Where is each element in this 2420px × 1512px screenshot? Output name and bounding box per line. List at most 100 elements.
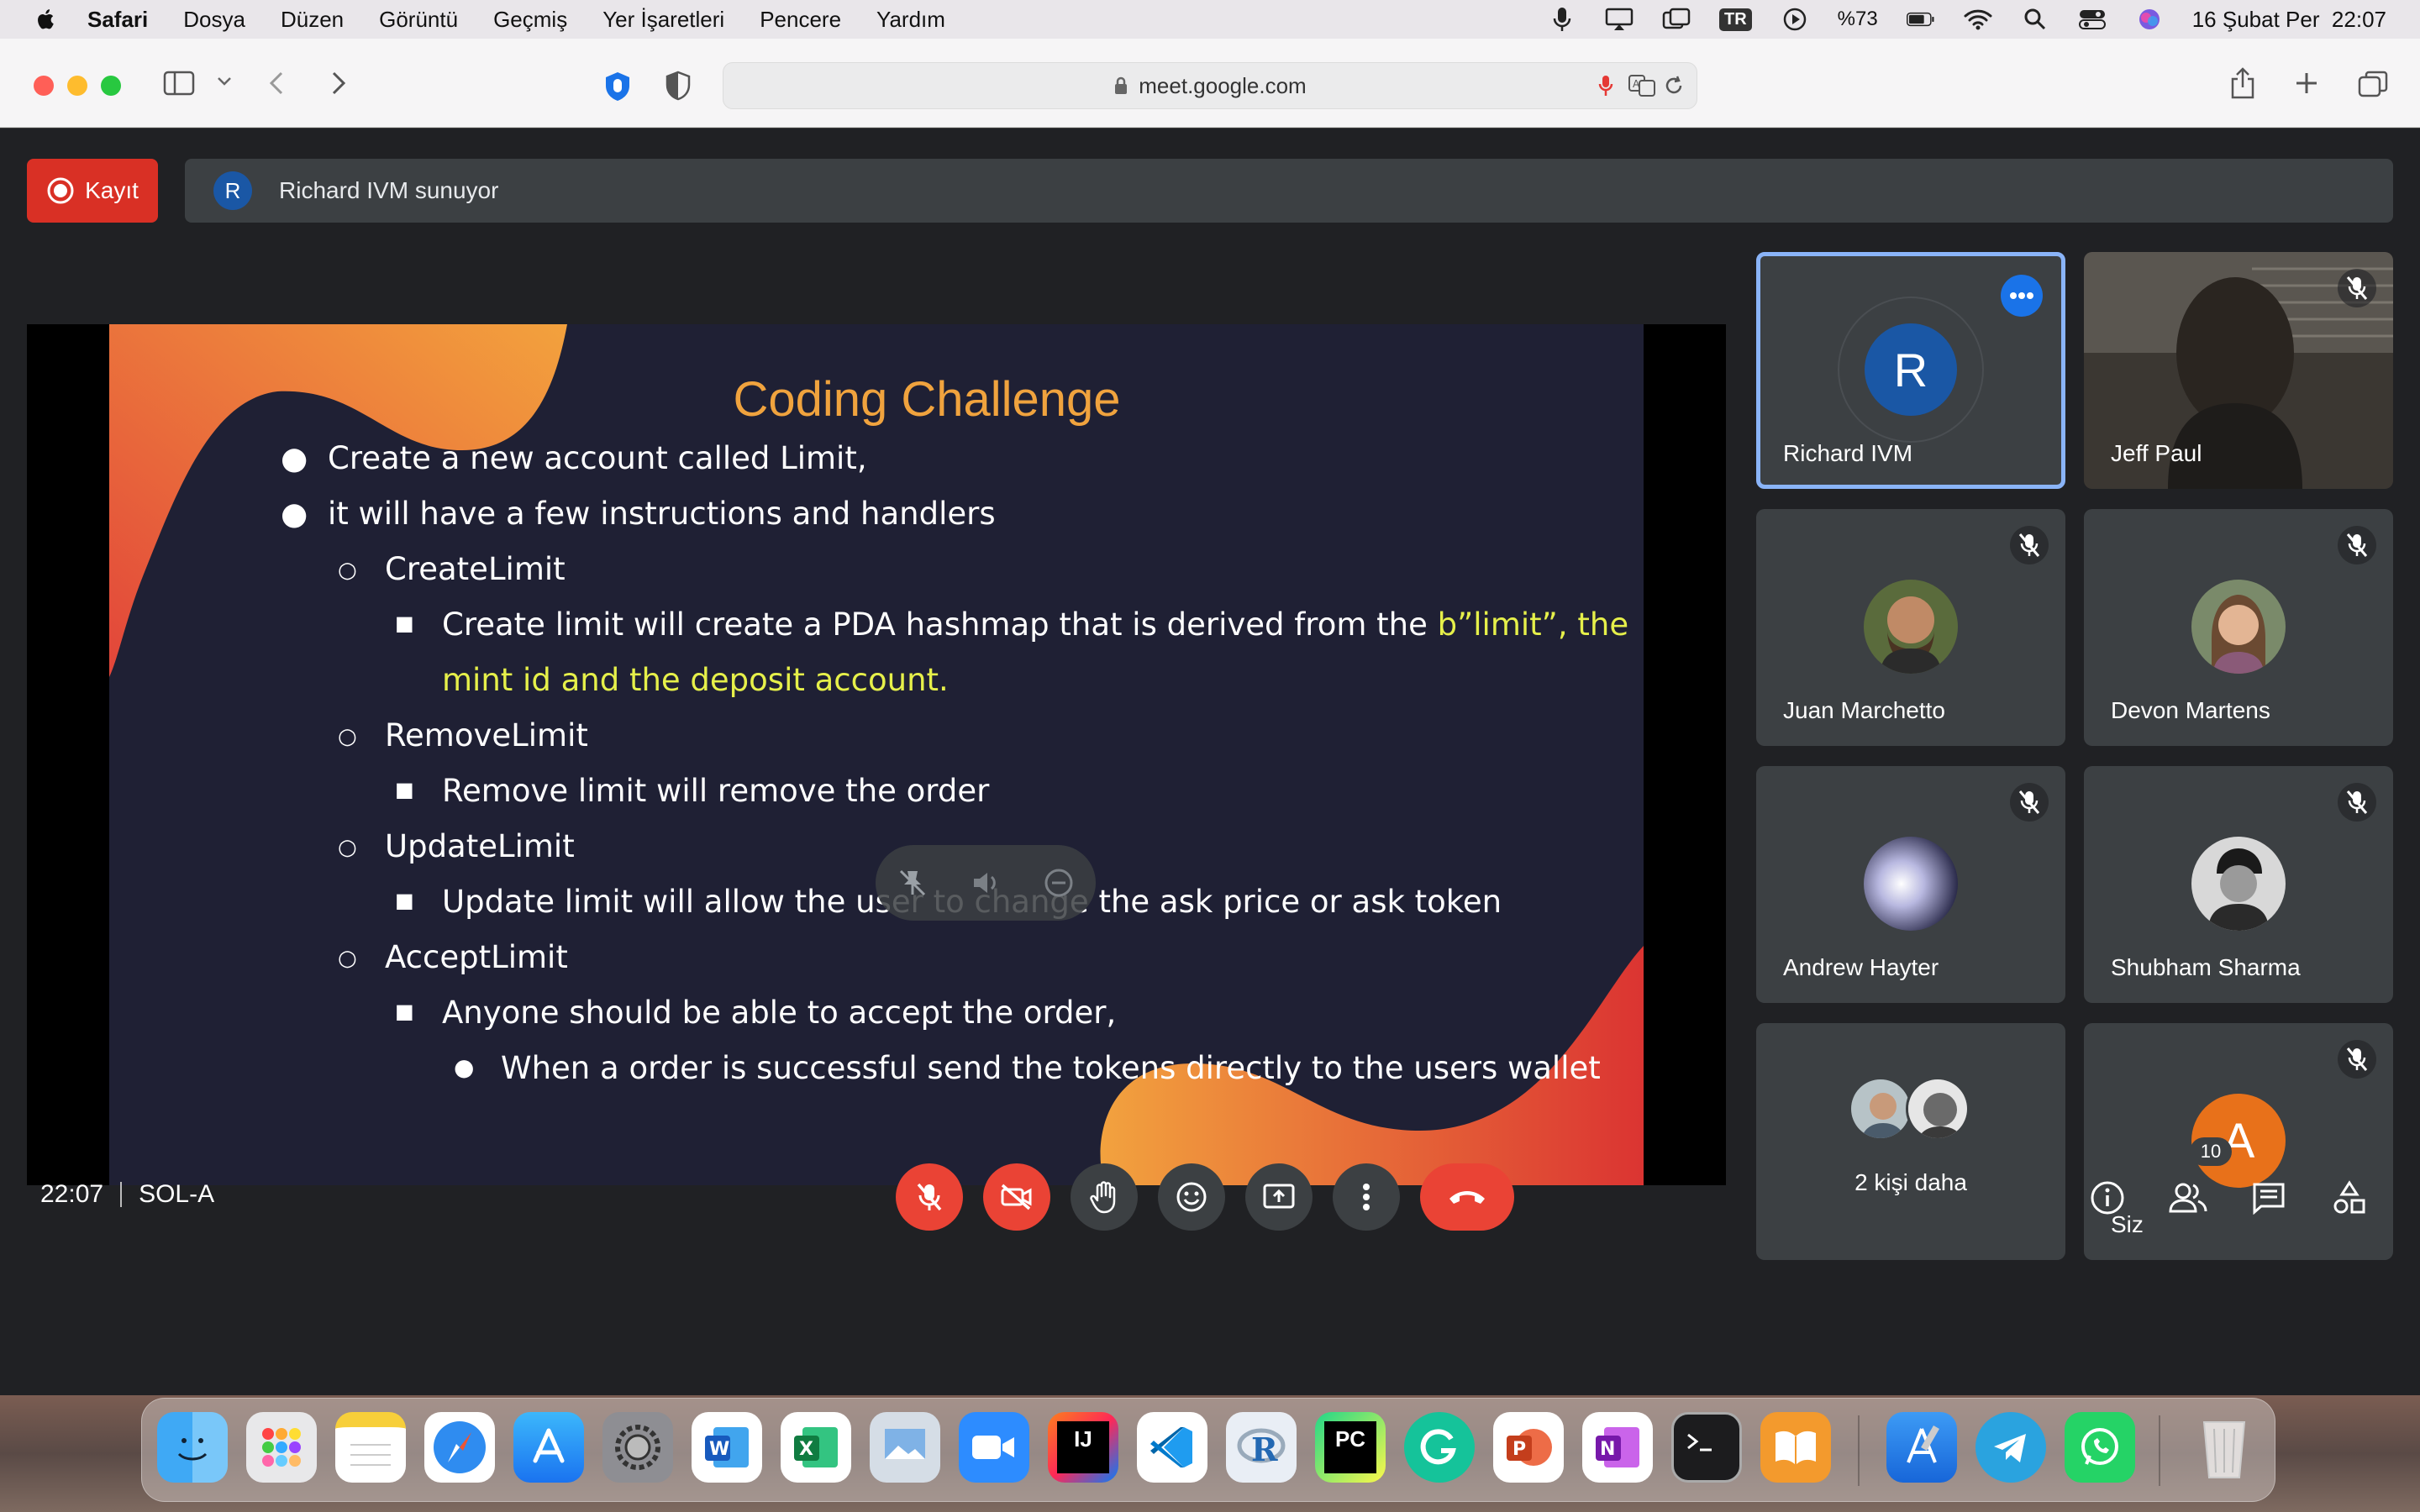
meeting-details-button[interactable]	[2084, 1174, 2131, 1221]
menu-view[interactable]: Görüntü	[379, 7, 458, 33]
app-store-icon[interactable]	[513, 1412, 584, 1483]
telegram-icon[interactable]	[1975, 1412, 2046, 1483]
raise-hand-button[interactable]	[1071, 1163, 1138, 1231]
siri-icon[interactable]	[2135, 7, 2164, 32]
sidebar-toggle-icon[interactable]	[163, 71, 197, 101]
reactions-button[interactable]	[1158, 1163, 1225, 1231]
participant-name: Shubham Sharma	[2111, 954, 2301, 980]
leave-call-button[interactable]	[1420, 1163, 1514, 1231]
mic-off-icon	[2346, 790, 2368, 814]
menu-help[interactable]: Yardım	[876, 7, 945, 33]
unpin-icon[interactable]	[896, 866, 929, 900]
vscode-icon[interactable]	[1137, 1412, 1207, 1483]
activities-button[interactable]	[2326, 1174, 2373, 1221]
menubar-clock[interactable]: 16 Şubat Per 22:07	[2192, 7, 2386, 33]
tab-overview-icon[interactable]	[2358, 71, 2391, 101]
new-tab-icon[interactable]	[2294, 71, 2324, 101]
more-options-button[interactable]	[2001, 275, 2043, 317]
word-icon[interactable]: W	[692, 1412, 762, 1483]
microphone-icon[interactable]	[1548, 7, 1576, 32]
lock-icon	[1115, 76, 1128, 94]
whatsapp-icon[interactable]	[2065, 1412, 2135, 1483]
spotlight-search-icon[interactable]	[2021, 7, 2049, 32]
slide-deep-bullet: ● When a order is successful send the tok…	[454, 1050, 1601, 1086]
xcode-icon[interactable]	[1886, 1412, 1957, 1483]
forward-button[interactable]	[331, 71, 356, 101]
address-bar[interactable]: meet.google.com A	[723, 62, 1697, 109]
reload-icon[interactable]	[1663, 75, 1685, 97]
menu-edit[interactable]: Düzen	[281, 7, 344, 33]
participant-tile-devon[interactable]: Devon Martens	[2084, 509, 2393, 746]
menu-safari[interactable]: Safari	[87, 7, 148, 33]
menu-bookmarks[interactable]: Yer İşaretleri	[602, 7, 724, 33]
participant-tile-andrew[interactable]: Andrew Hayter	[1756, 766, 2065, 1003]
wifi-icon[interactable]	[1964, 7, 1992, 32]
back-button[interactable]	[269, 71, 294, 101]
stage-manager-icon[interactable]	[1662, 7, 1691, 32]
menu-file[interactable]: Dosya	[183, 7, 245, 33]
mic-in-use-icon[interactable]	[1597, 74, 1614, 97]
launchpad-icon[interactable]	[246, 1412, 317, 1483]
info-icon	[2091, 1181, 2124, 1215]
now-playing-icon[interactable]	[1781, 7, 1809, 32]
minimize-window-button[interactable]	[67, 76, 87, 96]
screen-mirroring-icon[interactable]	[1605, 7, 1634, 32]
chat-button[interactable]	[2245, 1174, 2292, 1221]
preview-icon[interactable]	[870, 1412, 940, 1483]
terminal-icon[interactable]	[1671, 1412, 1742, 1483]
people-button[interactable]: 10	[2165, 1137, 2232, 1221]
system-settings-icon[interactable]	[602, 1412, 673, 1483]
tab-group-chevron-icon[interactable]	[217, 76, 234, 92]
zoom-window-button[interactable]	[101, 76, 121, 96]
intellij-icon[interactable]: IJ	[1048, 1412, 1118, 1483]
volume-icon[interactable]	[969, 866, 1002, 900]
zoom-icon[interactable]	[959, 1412, 1029, 1483]
participant-tile-jeff[interactable]: Jeff Paul	[2084, 252, 2393, 489]
participant-name: Juan Marchetto	[1783, 697, 1945, 723]
trash-icon[interactable]	[2189, 1412, 2260, 1483]
excel-icon[interactable]: X	[781, 1412, 851, 1483]
muted-indicator	[2338, 526, 2376, 564]
close-window-button[interactable]	[34, 76, 54, 96]
safari-icon[interactable]	[424, 1412, 495, 1483]
presenter-banner: R Richard IVM sunuyor	[185, 159, 2393, 223]
participant-tile-juan[interactable]: Juan Marchetto	[1756, 509, 2065, 746]
notes-icon[interactable]	[335, 1412, 406, 1483]
books-icon[interactable]	[1760, 1412, 1831, 1483]
battery-icon[interactable]	[1906, 7, 1935, 32]
powerpoint-icon[interactable]: P	[1493, 1412, 1564, 1483]
camera-toggle-button[interactable]	[983, 1163, 1050, 1231]
menu-history[interactable]: Geçmiş	[493, 7, 567, 33]
apple-menu-icon[interactable]	[34, 7, 59, 32]
menu-window[interactable]: Pencere	[760, 7, 841, 33]
recording-badge[interactable]: Kayıt	[27, 159, 158, 223]
more-horizontal-icon	[2010, 292, 2033, 299]
grammarly-icon[interactable]	[1404, 1412, 1475, 1483]
hang-up-icon	[1449, 1191, 1485, 1204]
present-screen-button[interactable]	[1245, 1163, 1313, 1231]
more-options-button[interactable]	[1333, 1163, 1400, 1231]
control-center-icon[interactable]	[2078, 7, 2107, 32]
remove-icon[interactable]	[1042, 866, 1076, 900]
onenote-icon[interactable]: N	[1582, 1412, 1653, 1483]
shield-icon[interactable]	[664, 71, 697, 104]
slide-subbullet: ○ AcceptLimit	[338, 939, 568, 975]
slide-title: Coding Challenge	[733, 372, 1121, 427]
r-icon[interactable]: R	[1226, 1412, 1297, 1483]
input-language-badge[interactable]: TR	[1718, 8, 1752, 31]
microphone-toggle-button[interactable]	[896, 1163, 963, 1231]
finder-icon[interactable]	[157, 1412, 228, 1483]
participant-name: Jeff Paul	[2111, 440, 2202, 466]
participant-tile-shubham[interactable]: Shubham Sharma	[2084, 766, 2393, 1003]
participant-tile-more[interactable]: 2 kişi daha	[1756, 1023, 2065, 1260]
avatar	[1906, 1077, 1970, 1141]
presentation-stage[interactable]: Coding Challenge ● Create a new account c…	[27, 324, 1726, 1185]
pycharm-icon[interactable]: PC	[1315, 1412, 1386, 1483]
participant-tile-self[interactable]: A Siz	[2084, 1023, 2393, 1260]
translate-icon[interactable]: A	[1628, 74, 1658, 97]
share-icon[interactable]	[2230, 67, 2264, 104]
participant-tile-richard[interactable]: R Richard IVM	[1756, 252, 2065, 489]
slide-subbullet: ○ RemoveLimit	[338, 717, 588, 753]
camera-off-icon	[1001, 1184, 1032, 1210]
privacy-extension-icon[interactable]	[602, 71, 635, 104]
